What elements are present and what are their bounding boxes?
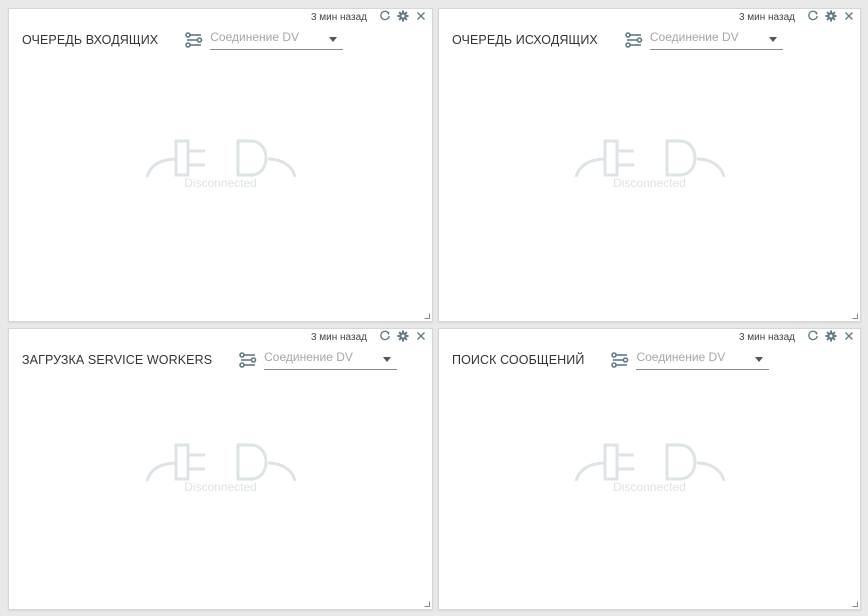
connection-select[interactable]: Соединение DV [264, 350, 398, 370]
connection-sliders-icon [238, 350, 258, 370]
resize-handle-icon[interactable] [852, 313, 858, 319]
updated-timestamp: 3 мин назад [310, 332, 367, 343]
widget-title: ЗАГРУЗКА SERVICE WORKERS [22, 353, 213, 367]
close-icon[interactable] [414, 329, 428, 343]
caret-down-icon [329, 37, 338, 42]
widget-header: ПОИСК СООБЩЕНИЙ Соединение DV [452, 349, 850, 371]
connection-select[interactable]: Соединение DV [210, 30, 344, 50]
caret-down-icon [383, 357, 392, 362]
disconnected-label: Disconnected [613, 480, 686, 494]
connection-select-value: Соединение DV [210, 30, 299, 44]
disconnected-state: Disconnected [570, 135, 730, 190]
resize-handle-icon[interactable] [424, 313, 430, 319]
widget-title: ПОИСК СООБЩЕНИЙ [452, 353, 585, 367]
widget-toolbar [378, 9, 428, 23]
widget-service-workers-load: 3 мин назад ЗАГРУЗКА SERVICE WORKERS Сое… [8, 328, 433, 610]
connection-sliders-icon [624, 30, 644, 50]
connection-sliders-icon [610, 350, 630, 370]
gear-icon[interactable] [824, 9, 838, 23]
unplugged-icon [574, 443, 725, 482]
connection-select-value: Соединение DV [649, 30, 739, 44]
disconnected-label: Disconnected [613, 176, 686, 190]
connection-select-value: Соединение DV [264, 350, 353, 364]
updated-timestamp: 3 мин назад [738, 12, 795, 23]
refresh-icon[interactable] [806, 329, 820, 343]
close-icon[interactable] [414, 9, 428, 23]
disconnected-state: Disconnected [570, 439, 730, 494]
unplugged-icon [145, 139, 296, 178]
disconnected-state: Disconnected [141, 439, 301, 494]
refresh-icon[interactable] [378, 9, 392, 23]
widget-toolbar [806, 329, 856, 343]
widget-header: ЗАГРУЗКА SERVICE WORKERS Соединение DV [22, 349, 422, 371]
widget-title: ОЧЕРЕДЬ ВХОДЯЩИХ [22, 33, 159, 47]
widget-message-search: 3 мин назад ПОИСК СООБЩЕНИЙ Соединение D… [438, 328, 861, 610]
updated-timestamp: 3 мин назад [310, 12, 367, 23]
updated-timestamp: 3 мин назад [738, 332, 795, 343]
widget-title: ОЧЕРЕДЬ ИСХОДЯЩИХ [452, 33, 598, 47]
connection-sliders-icon [184, 30, 204, 50]
gear-icon[interactable] [824, 329, 838, 343]
unplugged-icon [574, 139, 725, 178]
widget-toolbar [378, 329, 428, 343]
caret-down-icon [768, 37, 777, 42]
widget-outgoing-queue: 3 мин назад ОЧЕРЕДЬ ИСХОДЯЩИХ Соединение… [438, 8, 861, 322]
disconnected-label: Disconnected [184, 480, 257, 494]
widget-header: ОЧЕРЕДЬ ВХОДЯЩИХ Соединение DV [22, 29, 422, 51]
connection-select[interactable]: Соединение DV [636, 350, 770, 370]
unplugged-icon [145, 443, 296, 482]
refresh-icon[interactable] [806, 9, 820, 23]
close-icon[interactable] [842, 9, 856, 23]
gear-icon[interactable] [396, 329, 410, 343]
resize-handle-icon[interactable] [424, 601, 430, 607]
disconnected-label: Disconnected [184, 176, 257, 190]
caret-down-icon [755, 357, 764, 362]
widget-header: ОЧЕРЕДЬ ИСХОДЯЩИХ Соединение DV [452, 29, 850, 51]
disconnected-state: Disconnected [141, 135, 301, 190]
connection-select-value: Соединение DV [636, 350, 726, 364]
widget-toolbar [806, 9, 856, 23]
resize-handle-icon[interactable] [852, 601, 858, 607]
close-icon[interactable] [842, 329, 856, 343]
refresh-icon[interactable] [378, 329, 392, 343]
gear-icon[interactable] [396, 9, 410, 23]
connection-select[interactable]: Соединение DV [649, 30, 783, 50]
widget-incoming-queue: 3 мин назад ОЧЕРЕДЬ ВХОДЯЩИХ Соединение … [8, 8, 433, 322]
